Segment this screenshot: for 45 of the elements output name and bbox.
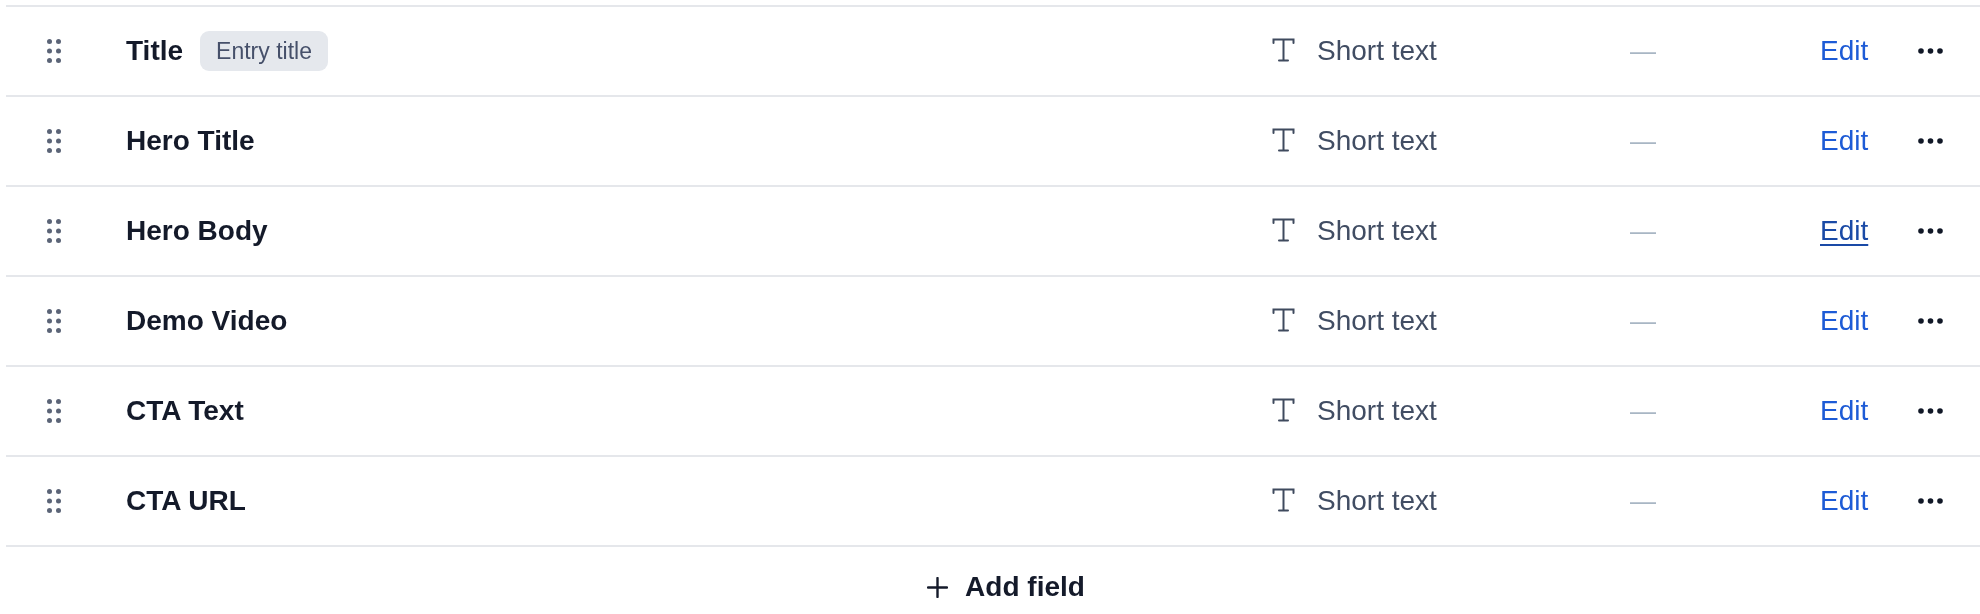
more-icon [1918,48,1943,54]
field-type: Short text [1317,214,1437,248]
more-icon [1918,228,1943,234]
drag-handle-icon[interactable] [47,129,61,153]
field-tag: Entry title [200,31,328,71]
field-type: Short text [1317,124,1437,158]
plus-icon [927,576,949,598]
field-type: Short text [1317,34,1437,68]
field-type: Short text [1317,304,1437,338]
field-type: Short text [1317,394,1437,428]
field-name: Title [126,34,184,68]
field-name: CTA Text [126,394,244,428]
edit-link[interactable]: Edit [1820,300,1869,342]
drag-handle-icon[interactable] [47,309,61,333]
more-icon [1918,318,1943,324]
add-field-button[interactable]: Add field [927,567,1085,607]
letter-t-icon [1272,488,1295,512]
edit-link[interactable]: Edit [1820,120,1869,162]
edit-link[interactable]: Edit [1820,390,1869,432]
field-type: Short text [1317,484,1437,518]
more-icon [1918,498,1943,504]
letter-t-icon [1272,128,1295,152]
letter-t-icon [1272,38,1295,62]
edit-link[interactable]: Edit [1820,30,1869,72]
empty-value: — [1630,484,1656,518]
more-icon [1918,138,1943,144]
empty-value: — [1630,304,1656,338]
drag-handle-icon[interactable] [47,489,61,513]
letter-t-icon [1272,308,1295,332]
edit-link[interactable]: Edit [1820,210,1869,252]
field-name: Demo Video [126,304,288,338]
empty-value: — [1630,214,1656,248]
more-icon [1918,408,1943,414]
drag-handle-icon[interactable] [47,219,61,243]
edit-link[interactable]: Edit [1820,480,1869,522]
field-name: Hero Title [126,124,255,158]
letter-t-icon [1272,218,1295,242]
drag-handle-icon[interactable] [47,399,61,423]
drag-handle-icon[interactable] [47,39,61,63]
empty-value: — [1630,34,1656,68]
field-name: CTA URL [126,484,246,518]
letter-t-icon [1272,398,1295,422]
empty-value: — [1630,124,1656,158]
empty-value: — [1630,394,1656,428]
field-name: Hero Body [126,214,268,248]
